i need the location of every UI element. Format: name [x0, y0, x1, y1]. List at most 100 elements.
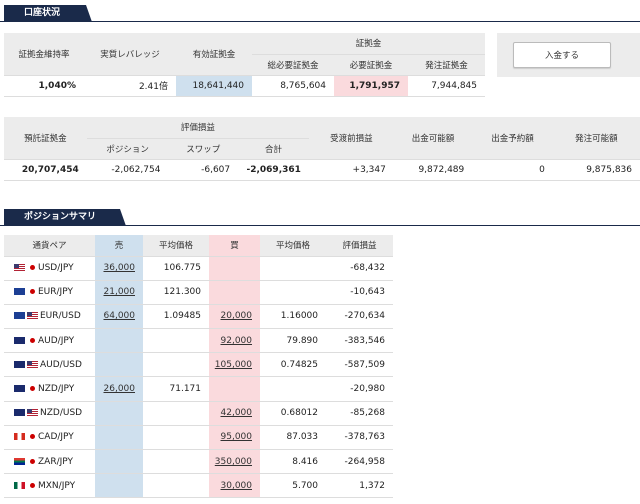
sell-amount-link[interactable]: 64,000: [104, 311, 136, 321]
header-sell: 売: [95, 235, 143, 257]
pair-cell: EUR/JPY: [4, 280, 95, 305]
sell-amount-link[interactable]: 26,000: [104, 384, 136, 394]
header-margin-ratio: 証拠金維持率: [4, 33, 84, 76]
buy-amount-link[interactable]: 105,000: [215, 360, 252, 370]
buy-avg-cell: 1.16000: [260, 304, 326, 330]
header-order-margin: 発注証拠金: [408, 54, 485, 76]
buy-avg-cell: 5.700: [260, 473, 326, 499]
flag-mx-icon: [14, 481, 25, 489]
buy-amount-link[interactable]: 350,000: [215, 457, 252, 467]
pair-label: NZD/JPY: [38, 384, 75, 395]
position-row: MXN/JPY 30,000 5.700 1,372: [4, 473, 393, 499]
position-row: CAD/JPY 95,000 87.033 -378,763: [4, 425, 393, 451]
deposit-button[interactable]: 入金する: [513, 42, 611, 68]
flag-ca-icon: [14, 433, 25, 441]
buy-cell: 42,000: [209, 401, 260, 426]
pair-cell: USD/JPY: [4, 256, 95, 281]
header-leverage: 実質レバレッジ: [84, 33, 176, 76]
flag-jp-icon: [30, 482, 35, 488]
buy-amount-link[interactable]: 30,000: [221, 481, 253, 491]
pair-label: MXN/JPY: [38, 480, 76, 491]
header-total: 合計: [238, 138, 309, 160]
value-total-pl: -2,069,361: [238, 159, 309, 181]
flag-jp-icon: [30, 458, 35, 464]
buy-amount-link[interactable]: 42,000: [221, 408, 253, 418]
buy-cell: 92,000: [209, 328, 260, 354]
pl-cell: -68,432: [326, 256, 393, 281]
position-row: AUD/USD 105,000 0.74825 -587,509: [4, 352, 393, 378]
sell-avg-cell: [143, 425, 209, 451]
positions-table: 通貨ペア 売 平均価格 買 平均価格 評価損益 USD/JPY 36,000 106…: [4, 235, 393, 499]
buy-cell: [209, 256, 260, 281]
flag-jp-icon: [30, 337, 35, 343]
header-position: ポジション: [86, 138, 169, 160]
flag-us-icon: [14, 264, 25, 272]
buy-cell: 105,000: [209, 352, 260, 378]
header-deposit: 預託証拠金: [4, 117, 87, 160]
pair-label: EUR/JPY: [38, 287, 73, 298]
header-withdrawable: 出金可能額: [393, 117, 473, 160]
buy-amount-link[interactable]: 92,000: [221, 336, 253, 346]
header-buy: 買: [209, 235, 260, 257]
position-row: NZD/USD 42,000 0.68012 -85,268: [4, 401, 393, 426]
pair-cell: AUD/USD: [4, 352, 95, 378]
value-position-pl: -2,062,754: [86, 159, 169, 181]
pair-cell: MXN/JPY: [4, 473, 95, 499]
sell-cell: [95, 425, 143, 451]
pair-label: CAD/JPY: [38, 432, 74, 443]
buy-cell: 30,000: [209, 473, 260, 499]
flag-nz-icon: [14, 385, 25, 393]
buy-avg-cell: 8.416: [260, 449, 326, 475]
pair-label: NZD/USD: [40, 408, 83, 419]
flag-eu-icon: [14, 312, 25, 320]
header-pair: 通貨ペア: [4, 235, 95, 257]
pl-cell: -587,509: [326, 352, 393, 378]
sell-avg-cell: [143, 401, 209, 426]
header-sell-avg: 平均価格: [143, 235, 209, 257]
pair-cell: NZD/JPY: [4, 376, 95, 402]
flag-eu-icon: [14, 288, 25, 296]
sell-avg-cell: [143, 352, 209, 378]
sell-cell: 64,000: [95, 304, 143, 330]
header-margin-group: 証拠金: [252, 33, 485, 55]
value-deposit: 20,707,454: [4, 159, 87, 181]
account-section-title: 口座状況: [4, 5, 92, 22]
value-pre-settle: +3,347: [308, 159, 394, 181]
pl-cell: -10,643: [326, 280, 393, 305]
sell-avg-cell: [143, 328, 209, 354]
buy-cell: 350,000: [209, 449, 260, 475]
header-required: 必要証拠金: [334, 54, 408, 76]
buy-cell: 95,000: [209, 425, 260, 451]
buy-cell: 20,000: [209, 304, 260, 330]
pair-label: ZAR/JPY: [38, 456, 73, 467]
sell-cell: 21,000: [95, 280, 143, 305]
pair-cell: CAD/JPY: [4, 425, 95, 451]
sell-avg-cell: [143, 473, 209, 499]
header-pl: 評価損益: [326, 235, 393, 257]
sell-cell: [95, 449, 143, 475]
sell-avg-cell: 106.775: [143, 256, 209, 281]
buy-amount-link[interactable]: 20,000: [221, 311, 253, 321]
account-summary-table: 証拠金維持率 実質レバレッジ 有効証拠金 証拠金 総必要証拠金 必要証拠金 発注…: [4, 33, 485, 97]
buy-avg-cell: [260, 376, 326, 402]
header-swap: スワップ: [168, 138, 239, 160]
position-row: AUD/JPY 92,000 79.890 -383,546: [4, 328, 393, 354]
flag-jp-icon: [30, 265, 35, 271]
header-buy-avg: 平均価格: [260, 235, 326, 257]
sell-amount-link[interactable]: 21,000: [104, 287, 136, 297]
position-row: EUR/JPY 21,000 121.300 -10,643: [4, 280, 393, 305]
buy-avg-cell: 0.68012: [260, 401, 326, 426]
flag-jp-icon: [30, 434, 35, 440]
value-required: 1,791,957: [334, 75, 408, 97]
sell-cell: [95, 401, 143, 426]
buy-avg-cell: 87.033: [260, 425, 326, 451]
sell-amount-link[interactable]: 36,000: [104, 263, 136, 273]
header-total-required: 総必要証拠金: [252, 54, 334, 76]
sell-avg-cell: 71.171: [143, 376, 209, 402]
pair-cell: AUD/JPY: [4, 328, 95, 354]
buy-amount-link[interactable]: 95,000: [221, 432, 253, 442]
sell-cell: [95, 328, 143, 354]
flag-us-icon: [27, 409, 38, 417]
buy-cell: [209, 376, 260, 402]
pair-label: USD/JPY: [38, 263, 74, 274]
